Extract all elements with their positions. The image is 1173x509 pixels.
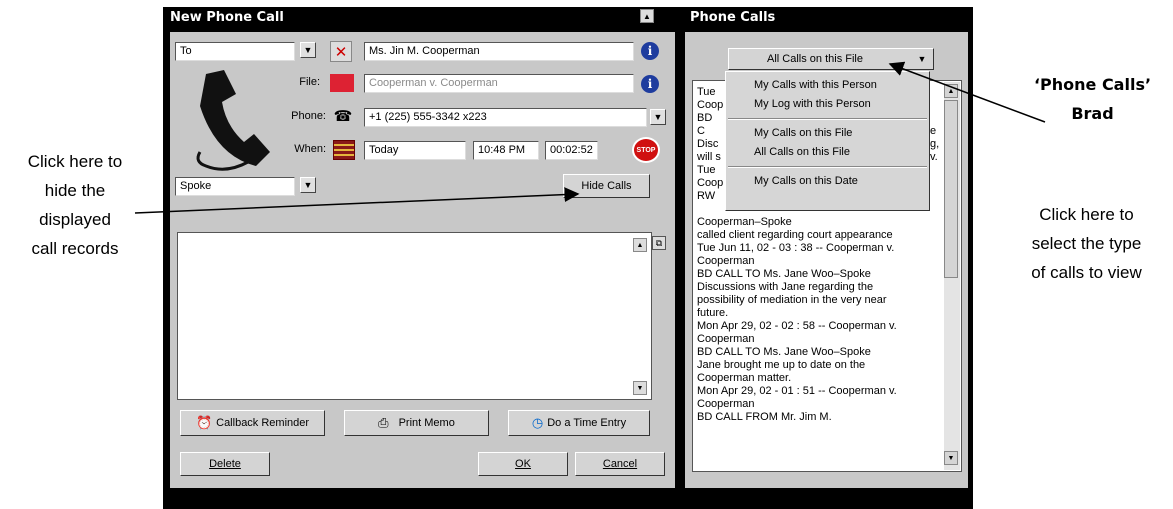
callout-arrows <box>134 61 1046 214</box>
right-callout-arrow <box>888 61 1046 123</box>
left-callout-arrow <box>134 187 580 214</box>
